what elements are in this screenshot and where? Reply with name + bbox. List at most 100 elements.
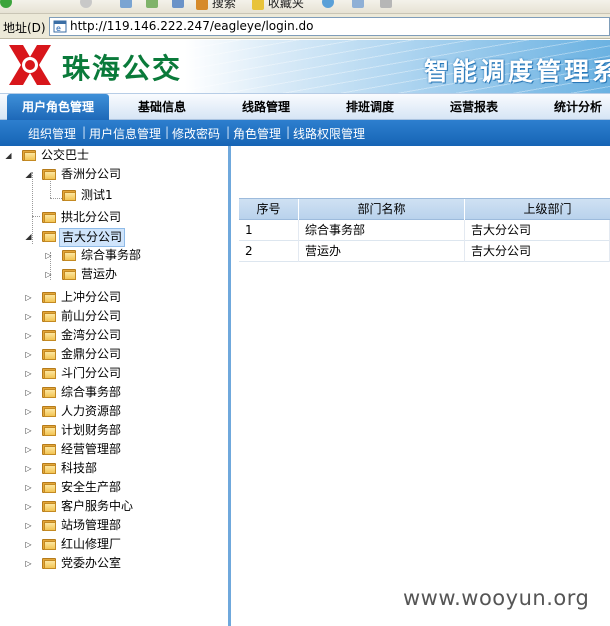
- history-button[interactable]: [172, 0, 184, 10]
- cell-parent-dept: 吉大分公司: [465, 220, 610, 241]
- expand-icon[interactable]: ▷: [24, 388, 33, 397]
- print-button[interactable]: [380, 0, 392, 10]
- collapse-icon[interactable]: ◢: [24, 232, 33, 241]
- refresh-button[interactable]: [120, 0, 132, 10]
- table-row[interactable]: 2 营运办 吉大分公司: [239, 241, 610, 262]
- nav-tab-route-mgmt[interactable]: 线路管理: [222, 94, 310, 120]
- expand-icon[interactable]: ▷: [24, 312, 33, 321]
- star-icon: [252, 0, 264, 10]
- expand-icon[interactable]: ▷: [24, 502, 33, 511]
- refresh-icon: [120, 0, 132, 8]
- expand-icon[interactable]: ▷: [24, 426, 33, 435]
- panel-splitter[interactable]: [228, 146, 231, 626]
- folder-icon: [42, 291, 56, 304]
- main-nav: 用户角色管理 基础信息 线路管理 排班调度 运营报表 统计分析: [0, 93, 610, 120]
- nav-tab-scheduling[interactable]: 排班调度: [326, 94, 414, 120]
- expand-icon[interactable]: ▷: [24, 350, 33, 359]
- tree-node-label: 营运办: [81, 267, 118, 281]
- tree-node-label: 人力资源部: [61, 404, 122, 418]
- search-toolbar-button[interactable]: 搜索: [196, 0, 236, 10]
- folder-icon: [42, 230, 56, 243]
- url-text: http://119.146.222.247/eagleye/login.do: [70, 19, 314, 33]
- folder-icon: [42, 329, 56, 342]
- expand-icon[interactable]: ▷: [24, 540, 33, 549]
- sub-nav: 组织管理 | 用户信息管理 | 修改密码 | 角色管理 | 线路权限管理: [0, 120, 610, 146]
- home-icon: [146, 0, 158, 8]
- mail-button[interactable]: [352, 0, 364, 10]
- expand-icon[interactable]: ▷: [24, 369, 33, 378]
- back-button[interactable]: [0, 0, 12, 10]
- folder-icon: [42, 405, 56, 418]
- tree-node-label: 站场管理部: [61, 518, 122, 532]
- table-row[interactable]: 1 综合事务部 吉大分公司: [239, 220, 610, 241]
- folder-icon: [42, 443, 56, 456]
- cell-dept-name: 营运办: [299, 241, 465, 262]
- cell-parent-dept: 吉大分公司: [465, 241, 610, 262]
- page-icon: e: [53, 20, 67, 33]
- expand-icon[interactable]: ▷: [24, 464, 33, 473]
- tree-node-label: 吉大分公司: [59, 228, 126, 247]
- collapse-icon[interactable]: ◢: [4, 151, 13, 160]
- history-icon: [172, 0, 184, 8]
- expand-icon[interactable]: ▷: [24, 293, 33, 302]
- tree-node-label: 测试1: [81, 188, 113, 202]
- tree-node-label: 综合事务部: [81, 248, 142, 262]
- expand-icon[interactable]: ▷: [44, 270, 53, 279]
- tree-node-label: 经营管理部: [61, 442, 122, 456]
- sub-nav-route-perm[interactable]: 线路权限管理: [293, 125, 365, 142]
- tree-node-label: 安全生产部: [61, 480, 122, 494]
- nav-tab-reports[interactable]: 运营报表: [430, 94, 518, 120]
- folder-icon: [42, 211, 56, 224]
- tree-node-label: 香洲分公司: [61, 167, 122, 181]
- nav-tab-basic-info[interactable]: 基础信息: [118, 94, 206, 120]
- address-bar: 地址(D) e http://119.146.222.247/eagleye/l…: [0, 14, 610, 39]
- sub-nav-password[interactable]: 修改密码: [172, 125, 220, 142]
- folder-icon: [62, 249, 76, 262]
- nav-tab-user-role[interactable]: 用户角色管理: [7, 94, 109, 120]
- expand-icon[interactable]: ▷: [24, 559, 33, 568]
- address-input[interactable]: e http://119.146.222.247/eagleye/login.d…: [49, 17, 610, 36]
- sub-nav-separator: |: [165, 125, 170, 139]
- cell-dept-name: 综合事务部: [299, 220, 465, 241]
- stop-button[interactable]: [80, 0, 92, 10]
- tree-node-label: 计划财务部: [61, 423, 122, 437]
- folder-icon: [42, 481, 56, 494]
- folder-icon: [42, 557, 56, 570]
- column-header-parent-dept[interactable]: 上级部门: [465, 199, 610, 220]
- print-icon: [380, 0, 392, 8]
- stop-icon: [80, 0, 92, 8]
- nav-tab-statistics[interactable]: 统计分析: [534, 94, 610, 120]
- sub-nav-org[interactable]: 组织管理: [28, 125, 76, 142]
- logo-icon: [7, 43, 53, 87]
- folder-icon: [42, 538, 56, 551]
- tree-node-label: 党委办公室: [61, 556, 122, 570]
- favorites-button[interactable]: 收藏夹: [252, 0, 304, 10]
- column-header-dept-name[interactable]: 部门名称: [299, 199, 465, 220]
- system-title: 智能调度管理系: [424, 57, 610, 86]
- search-toolbar-label: 搜索: [211, 0, 236, 10]
- folder-icon: [42, 310, 56, 323]
- address-label: 地址(D): [3, 21, 46, 35]
- sub-nav-separator: |: [226, 125, 231, 139]
- home-button[interactable]: [146, 0, 158, 10]
- cell-index: 1: [239, 220, 299, 241]
- folder-icon: [62, 268, 76, 281]
- svg-text:e: e: [56, 24, 61, 33]
- media-button[interactable]: [322, 0, 334, 10]
- expand-icon[interactable]: ▷: [24, 407, 33, 416]
- brand-name: 珠海公交: [62, 52, 183, 85]
- expand-icon[interactable]: ▷: [44, 251, 53, 260]
- folder-icon: [62, 189, 76, 202]
- sub-nav-roles[interactable]: 角色管理: [233, 125, 281, 142]
- folder-icon: [42, 168, 56, 181]
- folder-icon: [42, 500, 56, 513]
- expand-icon[interactable]: ▷: [24, 445, 33, 454]
- sub-nav-user-info[interactable]: 用户信息管理: [89, 125, 161, 142]
- expand-icon[interactable]: ▷: [24, 521, 33, 530]
- column-header-index[interactable]: 序号: [239, 199, 299, 220]
- folder-icon: [42, 386, 56, 399]
- expand-icon[interactable]: ▷: [24, 483, 33, 492]
- collapse-icon[interactable]: ◢: [24, 170, 33, 179]
- org-tree: ◢ 公交巴士 ◢ 香洲分公司 测试1 拱北分公司 ◢ 吉大分公司 ▷ 综合事务部…: [0, 146, 228, 626]
- expand-icon[interactable]: ▷: [24, 331, 33, 340]
